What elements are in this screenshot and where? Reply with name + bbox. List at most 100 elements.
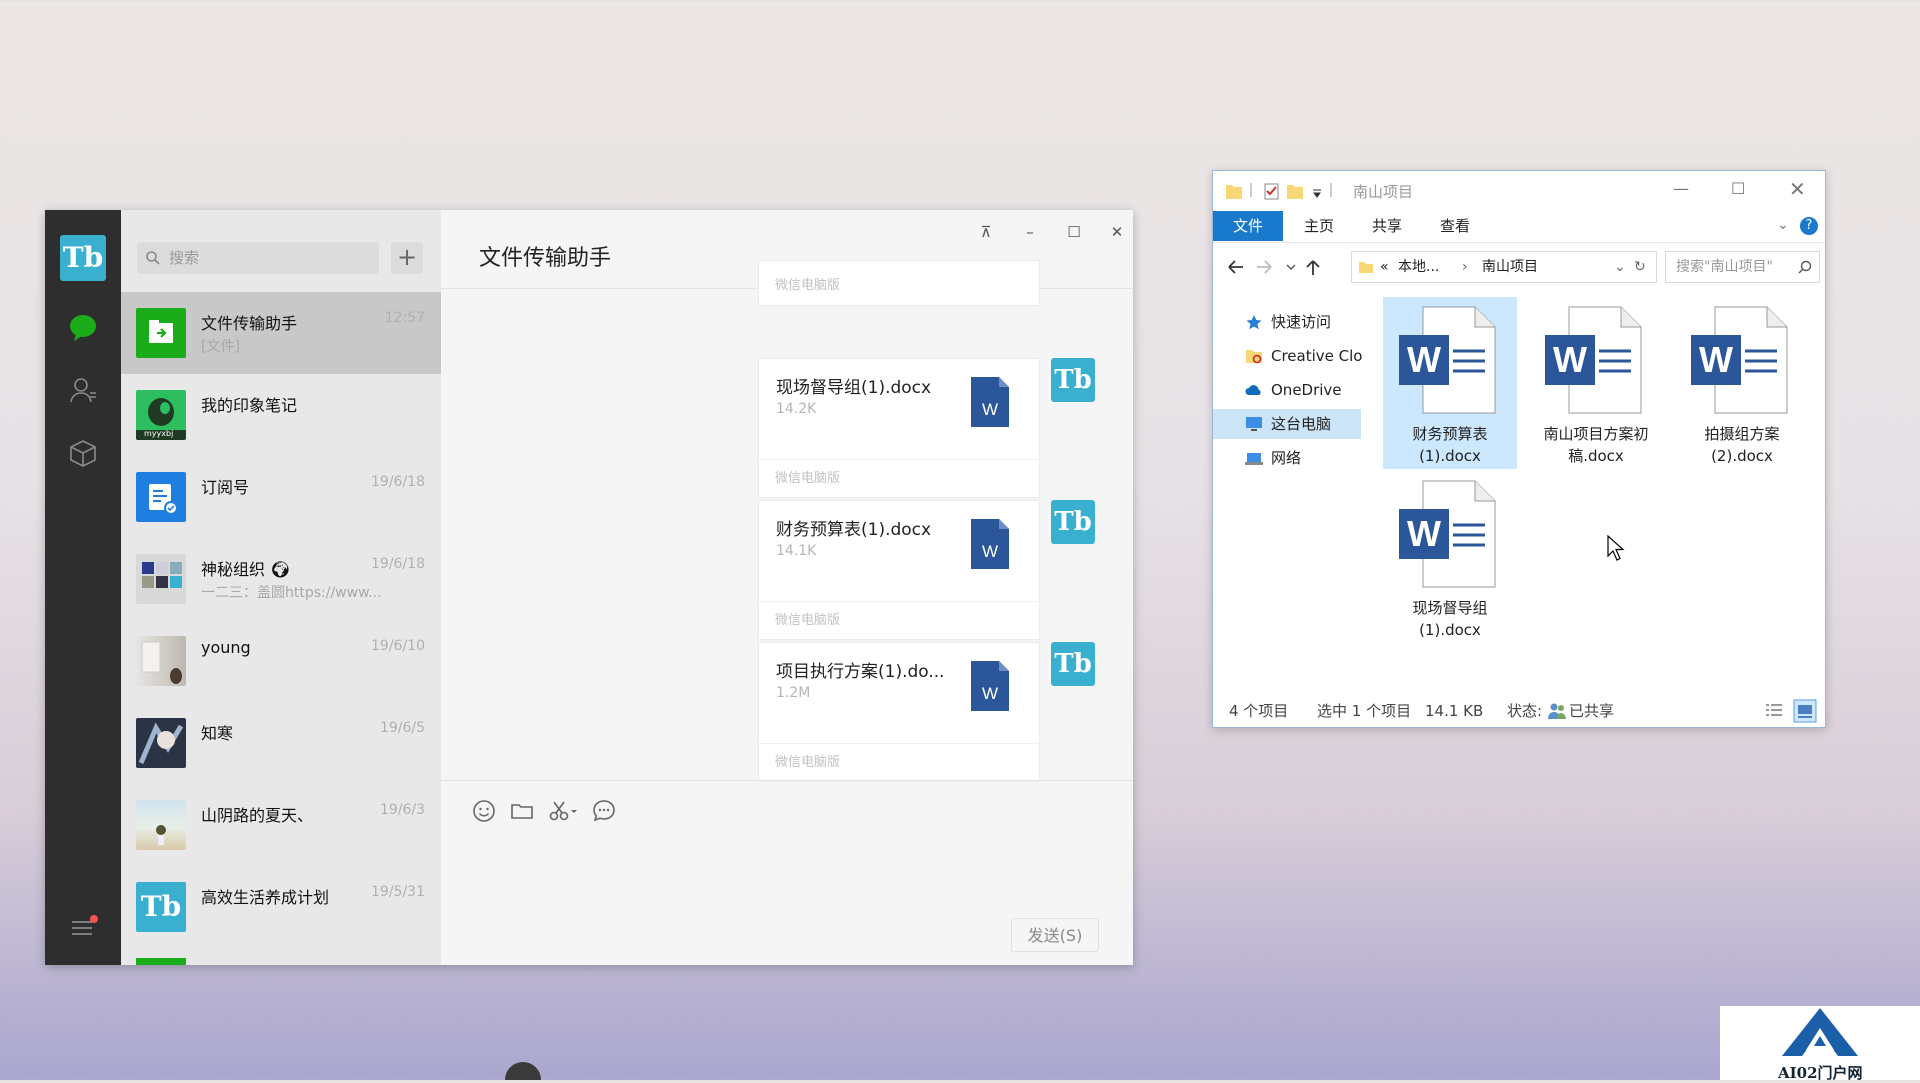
chat-name: young xyxy=(201,638,251,657)
word-document-icon: W xyxy=(1399,480,1496,588)
chat-item-subscriptions[interactable]: 订阅号 19/6/18 xyxy=(121,456,441,538)
chat-icon[interactable] xyxy=(65,310,101,346)
file-size: 14.1K xyxy=(776,543,817,559)
ribbon-tabs: 文件 主页 共享 查看 ⌄ ? xyxy=(1213,211,1825,243)
chat-item-evernote[interactable]: myyxbj 我的印象笔记 xyxy=(121,374,441,456)
file-tile[interactable]: W 财务预算表 (1).docx xyxy=(1383,297,1517,469)
svg-text:W: W xyxy=(1553,339,1587,380)
close-button[interactable]: ✕ xyxy=(1102,222,1132,242)
chat-item-plan[interactable]: Tb 高效生活养成计划 19/5/31 xyxy=(121,866,441,948)
sender-avatar[interactable]: Tb xyxy=(1051,358,1095,402)
file-label-line1: 拍摄组方案 xyxy=(1704,425,1780,443)
file-label-line2: (2).docx xyxy=(1711,447,1773,465)
subscriptions-avatar xyxy=(136,472,186,522)
search-placeholder: 搜索"南山项目" xyxy=(1676,259,1773,275)
sidebar-item-quick-access[interactable]: 快速访问 xyxy=(1213,307,1361,337)
tab-share[interactable]: 共享 xyxy=(1359,211,1415,241)
word-document-icon: W xyxy=(1545,306,1642,414)
contacts-icon[interactable] xyxy=(65,372,101,408)
wechat-window: Tb 搜索 + 文件传输助手 12:57 [文件] myyxbj 我的印象笔记 … xyxy=(45,210,1133,965)
file-name: 项目执行方案(1).do... xyxy=(776,662,945,682)
next-chat-thumb xyxy=(136,958,186,965)
sidebar-item-network[interactable]: 网络 xyxy=(1213,443,1361,473)
file-label-line1: 财务预算表 xyxy=(1412,425,1488,443)
svg-text:W: W xyxy=(1407,339,1441,380)
tab-home[interactable]: 主页 xyxy=(1291,211,1347,241)
file-message-card[interactable]: 项目执行方案(1).do... 1.2M W 微信电脑版 xyxy=(758,642,1040,782)
sidebar-label: OneDrive xyxy=(1271,381,1342,399)
chat-time: 19/6/5 xyxy=(379,720,425,736)
chat-preview: 一二三：盖圆https://www... xyxy=(201,585,382,601)
quick-access-toolbar-icons[interactable] xyxy=(1225,181,1335,201)
source-label: 微信电脑版 xyxy=(775,278,841,293)
svg-text:W: W xyxy=(1407,513,1441,554)
file-tile[interactable]: W 现场督导组 (1).docx xyxy=(1383,471,1517,643)
maximize-button[interactable]: ☐ xyxy=(1059,222,1089,242)
file-message-card[interactable]: 财务预算表(1).docx 14.1K W 微信电脑版 xyxy=(758,500,1040,640)
chat-history-icon[interactable] xyxy=(591,798,617,824)
breadcrumb-folder[interactable]: 南山项目 xyxy=(1482,252,1538,282)
svg-text:W: W xyxy=(982,684,998,703)
help-icon[interactable]: ? xyxy=(1800,217,1818,235)
file-tile[interactable]: W 拍摄组方案 (2).docx xyxy=(1675,297,1809,469)
sidebar-label: Creative Clo xyxy=(1271,347,1363,365)
file-tile[interactable]: W 南山项目方案初 稿.docx xyxy=(1529,297,1663,469)
maximize-button[interactable]: ☐ xyxy=(1731,179,1745,198)
sidebar-item-onedrive[interactable]: OneDrive xyxy=(1213,375,1361,405)
chat-item-zhihan[interactable]: 知寒 19/6/5 xyxy=(121,702,441,784)
sender-avatar[interactable]: Tb xyxy=(1051,642,1095,686)
file-message-card[interactable]: 现场督导组(1).docx 14.2K W 微信电脑版 xyxy=(758,358,1040,498)
chat-item-summer[interactable]: 山阴路的夏天、 19/6/3 xyxy=(121,784,441,866)
mini-programs-icon[interactable] xyxy=(65,435,101,471)
file-name: 现场督导组(1).docx xyxy=(776,378,932,398)
word-document-icon: W xyxy=(1399,306,1496,414)
expand-ribbon-icon[interactable]: ⌄ xyxy=(1777,217,1789,233)
address-separator: « xyxy=(1380,259,1389,275)
chat-title: 文件传输助手 xyxy=(479,246,612,271)
navigation-buttons[interactable] xyxy=(1225,257,1345,277)
cloud-icon xyxy=(1245,385,1261,395)
user-avatar[interactable]: Tb xyxy=(60,235,106,281)
folder-icon[interactable] xyxy=(509,798,535,824)
tab-file[interactable]: 文件 xyxy=(1213,211,1283,241)
svg-text:W: W xyxy=(982,400,998,419)
sidebar-item-this-pc[interactable]: 这台电脑 xyxy=(1213,409,1361,439)
search-input[interactable]: 搜索 xyxy=(137,242,379,274)
chat-item-young[interactable]: young 19/6/10 xyxy=(121,620,441,702)
sidebar-item-creative-cloud[interactable]: Creative Clo xyxy=(1213,341,1363,371)
address-dropdown-icon[interactable]: ⌄ xyxy=(1614,252,1626,282)
send-button[interactable]: 发送(S) xyxy=(1011,918,1099,952)
svg-text:W: W xyxy=(1699,339,1733,380)
sidebar-label: 快速访问 xyxy=(1271,313,1332,331)
pin-button[interactable]: ⊼ xyxy=(971,222,1001,242)
network-icon xyxy=(1245,453,1263,465)
screenshot-scissors-icon[interactable] xyxy=(547,798,579,824)
sidebar-label: 这台电脑 xyxy=(1271,415,1332,433)
folder-icon xyxy=(1359,262,1373,273)
minimize-button[interactable]: – xyxy=(1015,222,1045,242)
minimize-button[interactable]: — xyxy=(1673,179,1689,198)
breadcrumb-root[interactable]: 本地... xyxy=(1398,252,1439,282)
large-icons-view-icon[interactable] xyxy=(1793,699,1817,723)
add-button[interactable]: + xyxy=(391,242,423,274)
file-label-line1: 现场督导组 xyxy=(1412,599,1488,617)
tab-view[interactable]: 查看 xyxy=(1427,211,1483,241)
file-label-line1: 南山项目方案初 xyxy=(1543,425,1649,443)
explorer-search-input[interactable]: 搜索"南山项目" xyxy=(1665,251,1820,283)
file-label-line2: 稿.docx xyxy=(1568,447,1624,465)
sender-avatar[interactable]: Tb xyxy=(1051,500,1095,544)
divider xyxy=(441,780,1133,781)
breadcrumb-separator: › xyxy=(1462,259,1468,275)
details-view-icon[interactable] xyxy=(1765,703,1783,719)
chat-name: 山阴路的夏天、 xyxy=(201,806,314,825)
file-transfer-avatar xyxy=(136,308,186,358)
state-value: 已共享 xyxy=(1569,702,1615,720)
refresh-icon[interactable]: ↻ xyxy=(1634,252,1646,282)
chat-item-group[interactable]: 神秘组织 🌍︎ 19/6/18 一二三：盖圆https://www... xyxy=(121,538,441,620)
address-bar[interactable]: « 本地... › 南山项目 ⌄ ↻ xyxy=(1351,251,1657,283)
chat-item-file-transfer[interactable]: 文件传输助手 12:57 [文件] xyxy=(121,292,441,374)
explorer-titlebar: 南山项目 — ☐ ✕ xyxy=(1213,171,1825,211)
emoji-icon[interactable] xyxy=(471,798,497,824)
menu-icon[interactable] xyxy=(65,910,101,946)
close-button[interactable]: ✕ xyxy=(1789,177,1806,201)
